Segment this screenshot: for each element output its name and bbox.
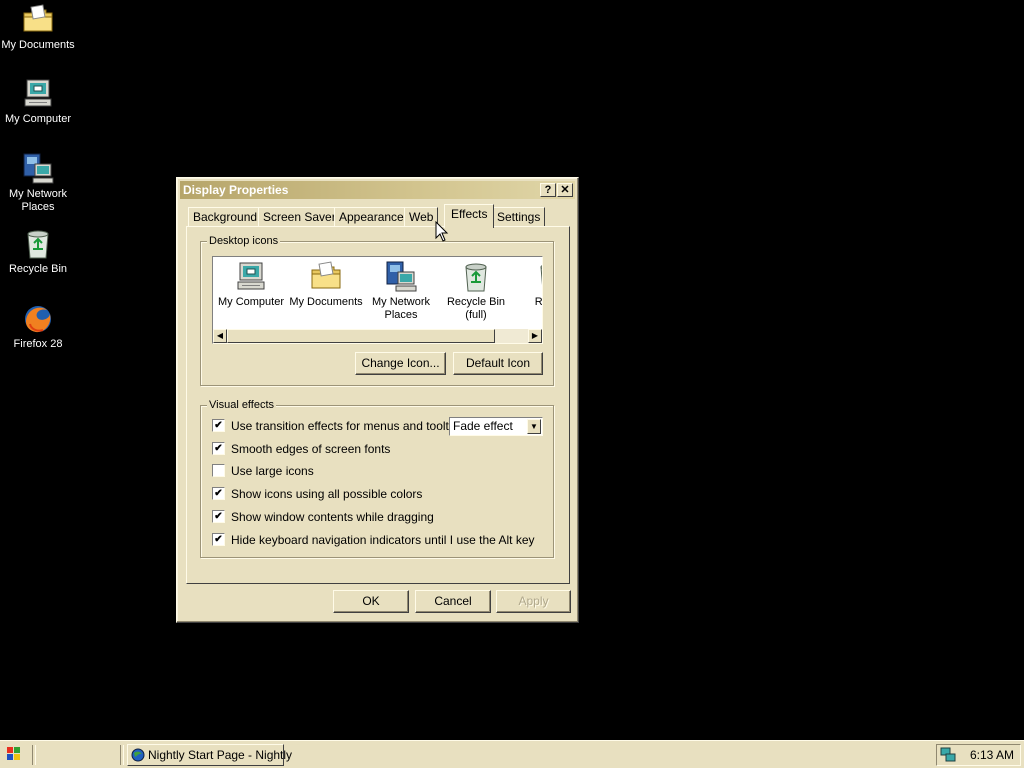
- desktop-icon-my-documents[interactable]: My Documents: [0, 3, 76, 52]
- desktop-icon-label: Recycle Bin: [8, 263, 68, 275]
- transition-effect-select[interactable]: Fade effect ▼: [449, 417, 543, 436]
- globe-icon: [131, 748, 145, 762]
- title-bar[interactable]: Display Properties ? ✕: [180, 181, 575, 199]
- tab-label: Web: [409, 210, 434, 224]
- horizontal-scrollbar[interactable]: ◀ ▶: [213, 329, 542, 343]
- checkbox-box[interactable]: ✔: [212, 442, 225, 456]
- taskbar: Nightly Start Page - Nightly 6:13 AM: [0, 740, 1024, 768]
- list-item-label: My Computer: [217, 296, 285, 308]
- checkbox-box[interactable]: ✔: [212, 510, 225, 524]
- tab-label: Background: [193, 210, 258, 224]
- list-item-recycle-bin-full[interactable]: Recycle Bin (full): [438, 260, 514, 322]
- list-item-recycle-bin-empty[interactable]: Rec (e: [513, 260, 543, 309]
- large-icons-checkbox[interactable]: Use large icons: [212, 464, 314, 480]
- tab-label: Effects: [451, 207, 488, 221]
- smooth-fonts-checkbox[interactable]: ✔ Smooth edges of screen fonts: [212, 442, 390, 458]
- recycle-bin-empty-icon: [534, 260, 543, 294]
- network-tray-icon[interactable]: [940, 747, 956, 763]
- transition-effects-checkbox[interactable]: ✔ Use transition effects for menus and to…: [212, 419, 464, 435]
- window-contents-dragging-checkbox[interactable]: ✔ Show window contents while dragging: [212, 510, 434, 526]
- desktop-icon-label: My Network Places: [8, 188, 68, 213]
- default-icon-button-label: Default Icon: [465, 356, 531, 370]
- folder-icon: [309, 260, 343, 294]
- list-item-my-network-places[interactable]: My Network Places: [363, 260, 439, 322]
- checkbox-label: Hide keyboard navigation indicators unti…: [231, 533, 535, 547]
- clock[interactable]: 6:13 AM: [970, 745, 1014, 765]
- ok-button[interactable]: OK: [333, 590, 409, 613]
- close-icon: ✕: [560, 184, 570, 196]
- cancel-button-label: Cancel: [434, 594, 472, 608]
- checkbox-label: Use large icons: [231, 464, 314, 478]
- desktop-icon-label: Firefox 28: [13, 338, 63, 350]
- desktop-icon-label: My Computer: [4, 113, 72, 125]
- apply-button-label: Apply: [518, 594, 549, 608]
- list-item-my-documents[interactable]: My Documents: [288, 260, 364, 309]
- ok-button-label: OK: [362, 594, 380, 608]
- list-item-label: Recycle Bin (full): [446, 296, 506, 321]
- help-button[interactable]: ?: [540, 183, 556, 197]
- desktop-icon-my-network-places[interactable]: My Network Places: [0, 152, 76, 214]
- checkbox-box[interactable]: ✔: [212, 487, 225, 501]
- computer-icon: [21, 77, 55, 111]
- change-icon-button-label: Change Icon...: [361, 356, 440, 370]
- default-icon-button[interactable]: Default Icon: [453, 352, 543, 375]
- checkbox-label: Use transition effects for menus and too…: [231, 419, 465, 433]
- scroll-left-icon[interactable]: ◀: [213, 329, 227, 343]
- chevron-down-icon[interactable]: ▼: [527, 419, 541, 434]
- desktop-icons-group-title: Desktop icons: [207, 235, 281, 247]
- mouse-cursor-icon: [435, 221, 449, 242]
- recycle-bin-full-icon: [459, 260, 493, 294]
- apply-button[interactable]: Apply: [496, 590, 571, 613]
- hide-keyboard-indicators-checkbox[interactable]: ✔ Hide keyboard navigation indicators unt…: [212, 533, 535, 549]
- taskbar-button-label: Nightly Start Page - Nightly: [148, 748, 293, 762]
- checkbox-box[interactable]: [212, 464, 225, 478]
- all-colors-checkbox[interactable]: ✔ Show icons using all possible colors: [212, 487, 422, 503]
- taskbar-button-nightly[interactable]: Nightly Start Page - Nightly: [127, 744, 292, 766]
- network-icon: [21, 152, 55, 186]
- recycle-bin-icon: [21, 227, 55, 261]
- desktop-icons-list[interactable]: My Computer My Documents My Network Plac…: [212, 256, 543, 344]
- tab-web[interactable]: Web: [404, 207, 439, 226]
- taskbar-separator: [120, 745, 124, 765]
- cancel-button[interactable]: Cancel: [415, 590, 491, 613]
- tab-settings[interactable]: Settings: [492, 207, 546, 226]
- tab-label: Appearance: [339, 210, 404, 224]
- window-title: Display Properties: [183, 183, 289, 197]
- checkbox-box[interactable]: ✔: [212, 419, 225, 433]
- list-item-label: Rec (e: [534, 296, 543, 308]
- select-value: Fade effect: [453, 419, 513, 433]
- help-icon: ?: [544, 184, 552, 196]
- list-item-my-computer[interactable]: My Computer: [213, 260, 289, 309]
- firefox-icon: [21, 302, 55, 336]
- desktop-icon-label: My Documents: [1, 39, 75, 51]
- visual-effects-group-title: Visual effects: [207, 399, 277, 411]
- tab-background[interactable]: Background: [188, 207, 263, 226]
- checkbox-box[interactable]: ✔: [212, 533, 225, 547]
- desktop-icon-firefox[interactable]: Firefox 28: [0, 302, 76, 351]
- checkbox-label: Show icons using all possible colors: [231, 487, 423, 501]
- list-item-label: My Network Places: [371, 296, 431, 321]
- computer-icon: [234, 260, 268, 294]
- tab-effects[interactable]: Effects: [444, 204, 495, 228]
- scroll-right-icon[interactable]: ▶: [528, 329, 542, 343]
- folder-icon: [21, 3, 55, 37]
- desktop-icon-my-computer[interactable]: My Computer: [0, 77, 76, 126]
- scroll-thumb[interactable]: [227, 329, 495, 343]
- taskbar-separator: [32, 745, 36, 765]
- system-tray: 6:13 AM: [936, 744, 1021, 766]
- tab-screen-saver[interactable]: Screen Saver: [258, 207, 341, 226]
- checkbox-label: Show window contents while dragging: [231, 510, 434, 524]
- close-button[interactable]: ✕: [557, 183, 573, 197]
- start-windows-logo-icon[interactable]: [2, 744, 26, 766]
- desktop-icon-recycle-bin[interactable]: Recycle Bin: [0, 227, 76, 276]
- checkbox-label: Smooth edges of screen fonts: [231, 442, 391, 456]
- network-icon: [384, 260, 418, 294]
- tab-label: Settings: [497, 210, 541, 224]
- change-icon-button[interactable]: Change Icon...: [355, 352, 446, 375]
- list-item-label: My Documents: [289, 296, 363, 308]
- tab-appearance[interactable]: Appearance: [334, 207, 409, 226]
- tab-label: Screen Saver: [263, 210, 336, 224]
